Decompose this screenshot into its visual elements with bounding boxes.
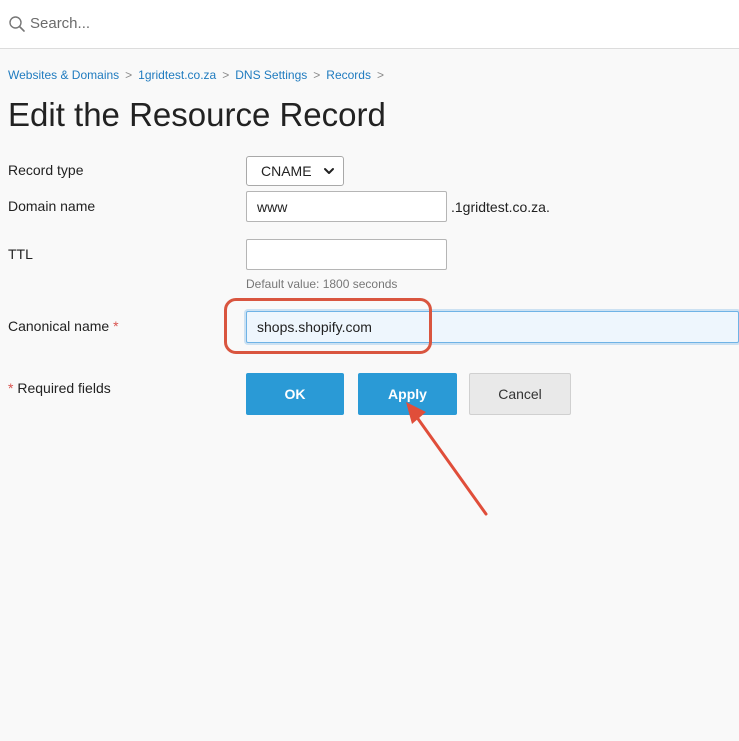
domain-name-input[interactable] (246, 191, 447, 222)
domain-name-label: Domain name (8, 198, 96, 214)
ttl-input[interactable] (246, 239, 447, 270)
record-type-select[interactable]: CNAME (246, 156, 344, 186)
canonical-name-input[interactable] (246, 311, 739, 343)
breadcrumb-separator: > (222, 68, 230, 82)
page-title: Edit the Resource Record (8, 96, 386, 133)
breadcrumb-dns-settings[interactable]: DNS Settings (235, 68, 307, 82)
ok-button[interactable]: OK (246, 373, 344, 415)
canonical-name-label-text: Canonical name (8, 318, 110, 334)
apply-button[interactable]: Apply (358, 373, 457, 415)
required-star: * (113, 318, 119, 334)
required-fields-note: * Required fields (8, 380, 111, 396)
domain-suffix: .1gridtest.co.za. (451, 199, 550, 215)
record-type-value: CNAME (261, 163, 312, 179)
search-icon (9, 16, 25, 32)
chevron-down-icon (324, 168, 334, 174)
record-type-label: Record type (8, 162, 84, 178)
breadcrumb-separator: > (125, 68, 133, 82)
search-input[interactable] (30, 10, 430, 36)
breadcrumb-records[interactable]: Records (326, 68, 371, 82)
ttl-hint: Default value: 1800 seconds (246, 277, 398, 291)
breadcrumb-domain[interactable]: 1gridtest.co.za (138, 68, 216, 82)
canonical-name-label: Canonical name * (8, 318, 119, 334)
breadcrumb: Websites & Domains >1gridtest.co.za > DNS S… (8, 68, 390, 82)
breadcrumb-separator: > (313, 68, 321, 82)
cancel-button[interactable]: Cancel (469, 373, 571, 415)
breadcrumb-separator: > (376, 68, 384, 82)
arrow-annotation (406, 402, 488, 516)
breadcrumb-websites-domains[interactable]: Websites & Domains (8, 68, 119, 82)
ttl-label: TTL (8, 246, 33, 262)
top-search-bar (0, 0, 739, 49)
required-star: * (8, 380, 14, 396)
required-fields-text: Required fields (17, 380, 111, 396)
